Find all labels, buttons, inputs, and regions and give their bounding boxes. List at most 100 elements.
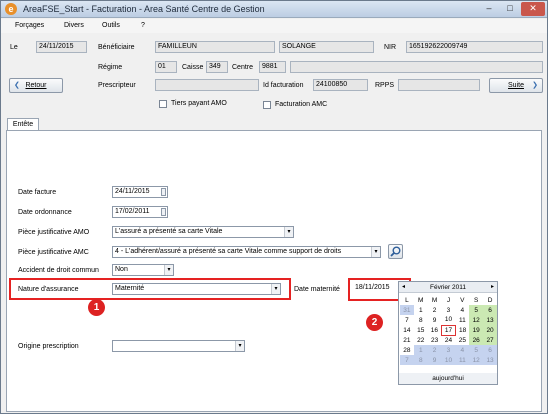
menu-outils[interactable]: Outils: [102, 22, 120, 29]
accident-select[interactable]: Non ▾: [112, 264, 174, 276]
calendar-day[interactable]: 25: [455, 335, 469, 345]
tiers-payant-label: Tiers payant AMO: [171, 100, 227, 107]
calendar-day[interactable]: 21: [400, 335, 414, 345]
chevron-right-icon: ❯: [532, 82, 538, 89]
suite-button[interactable]: Suite ❯: [489, 78, 543, 93]
calendar-day[interactable]: 6: [483, 305, 497, 315]
date-ordonnance-field[interactable]: 17/02/2011: [112, 206, 168, 218]
retour-button[interactable]: ❮ Retour: [9, 78, 63, 93]
calendar-day[interactable]: 23: [428, 335, 442, 345]
maximize-button[interactable]: □: [500, 2, 520, 16]
menu-help[interactable]: ?: [141, 22, 145, 29]
window-title: AreaFSE_Start - Facturation - Area Santé…: [23, 4, 265, 14]
rpps-field[interactable]: [398, 79, 480, 91]
date-spinner-icon[interactable]: [161, 188, 166, 196]
pj-amo-label: Pièce justificative AMO: [18, 229, 90, 236]
prescripteur-field[interactable]: [155, 79, 259, 91]
centre-field[interactable]: 9881: [259, 61, 286, 73]
chevron-down-icon[interactable]: ▾: [284, 227, 293, 237]
next-month-icon[interactable]: ▸: [491, 282, 494, 293]
calendar-day[interactable]: 27: [483, 335, 497, 345]
today-button[interactable]: aujourd'hui: [399, 373, 497, 384]
calendar-day[interactable]: 3: [442, 305, 456, 315]
calendar-day[interactable]: 3: [441, 345, 456, 355]
weekday-label: D: [487, 296, 493, 304]
calendar-day[interactable]: 31: [400, 305, 414, 315]
centre-label: Centre: [232, 64, 254, 71]
calendar-day[interactable]: 9: [427, 355, 442, 365]
regime-field[interactable]: 01: [155, 61, 177, 73]
prev-month-icon[interactable]: ◂: [402, 282, 405, 293]
minimize-button[interactable]: –: [479, 2, 499, 16]
origine-prescription-select[interactable]: ▾: [112, 340, 245, 352]
accident-label: Accident de droit commun: [18, 267, 99, 274]
calendar-day[interactable]: 19: [469, 325, 484, 335]
calendar-day[interactable]: 10: [442, 315, 456, 325]
date-facture-value: 24/11/2015: [115, 188, 150, 195]
pj-amo-value: L'assuré a présenté sa carte Vitale: [115, 228, 223, 235]
calendar-day[interactable]: 12: [469, 315, 484, 325]
caisse-field[interactable]: 349: [206, 61, 228, 73]
date-facture-field[interactable]: 24/11/2015: [112, 186, 168, 198]
chevron-down-icon[interactable]: ▾: [271, 284, 280, 294]
nir-field[interactable]: 165192622009749: [406, 41, 543, 53]
calendar-day-selected[interactable]: 17: [441, 324, 456, 336]
calendar-day[interactable]: 18: [455, 325, 469, 335]
menu-forcages[interactable]: Forçages: [15, 22, 44, 29]
pj-amc-select[interactable]: 4 - L'adhérent/assuré a présenté sa cart…: [112, 246, 381, 258]
centre-name-field[interactable]: [290, 61, 543, 73]
calendar-day[interactable]: 20: [483, 325, 497, 335]
calendar-header: ◂ Février 2011 ▸: [399, 282, 497, 293]
calendar-day[interactable]: 22: [414, 335, 428, 345]
calendar-day[interactable]: 12: [469, 355, 484, 365]
pj-amo-select[interactable]: L'assuré a présenté sa carte Vitale ▾: [112, 226, 294, 238]
calendar-day[interactable]: 7: [400, 315, 414, 325]
calendar-day[interactable]: 13: [483, 315, 497, 325]
magnifier-icon: [390, 246, 401, 257]
close-button[interactable]: ✕: [521, 2, 545, 16]
calendar-day[interactable]: 2: [428, 305, 442, 315]
calendar-day[interactable]: 13: [483, 355, 497, 365]
search-button[interactable]: [388, 244, 403, 259]
weekday-label: M: [431, 296, 438, 304]
calendar-day[interactable]: 15: [414, 325, 428, 335]
chevron-down-icon[interactable]: ▾: [235, 341, 244, 351]
calendar-day[interactable]: 2: [427, 345, 442, 355]
calendar-day[interactable]: 6: [483, 345, 497, 355]
calendar-day[interactable]: 4: [455, 305, 469, 315]
calendar-day[interactable]: 8: [413, 355, 428, 365]
facturation-amc-checkbox[interactable]: [263, 101, 271, 109]
date-maternite-field[interactable]: 18/11/2015: [353, 283, 397, 295]
calendar-day[interactable]: 28: [400, 345, 414, 355]
calendar-day[interactable]: 8: [414, 315, 428, 325]
calendar-day[interactable]: 5: [469, 305, 484, 315]
nom-field[interactable]: FAMILLEUN: [155, 41, 275, 53]
id-facturation-label: Id facturation: [263, 82, 304, 89]
chevron-left-icon: ❮: [14, 82, 20, 89]
calendar-day[interactable]: 10: [441, 355, 456, 365]
application-window: e AreaFSE_Start - Facturation - Area San…: [0, 0, 548, 414]
calendar-day[interactable]: 11: [455, 355, 470, 365]
menu-bar: Forçages Divers Outils ?: [1, 19, 547, 33]
tiers-payant-checkbox[interactable]: [159, 100, 167, 108]
calendar-day[interactable]: 5: [469, 345, 484, 355]
calendar-day[interactable]: 26: [469, 335, 484, 345]
calendar-day[interactable]: 14: [400, 325, 414, 335]
prenom-field[interactable]: SOLANGE: [279, 41, 374, 53]
calendar-day[interactable]: 1: [414, 305, 428, 315]
le-date-field[interactable]: 24/11/2015: [36, 41, 87, 53]
origine-prescription-label: Origine prescription: [18, 343, 79, 350]
nature-assurance-select[interactable]: Maternité ▾: [112, 283, 281, 295]
chevron-down-icon[interactable]: ▾: [371, 247, 380, 257]
calendar-day[interactable]: 4: [455, 345, 470, 355]
calendar-day[interactable]: 9: [428, 315, 442, 325]
calendar-day[interactable]: 7: [400, 355, 414, 365]
calendar-day[interactable]: 24: [442, 335, 456, 345]
calendar-day[interactable]: 11: [455, 315, 469, 325]
menu-divers[interactable]: Divers: [64, 22, 84, 29]
chevron-down-icon[interactable]: ▾: [164, 265, 173, 275]
date-spinner-icon[interactable]: [161, 208, 166, 216]
id-facturation-field[interactable]: 24100850: [313, 79, 368, 91]
calendar-day[interactable]: 16: [428, 325, 442, 335]
calendar-day[interactable]: 1: [413, 345, 428, 355]
